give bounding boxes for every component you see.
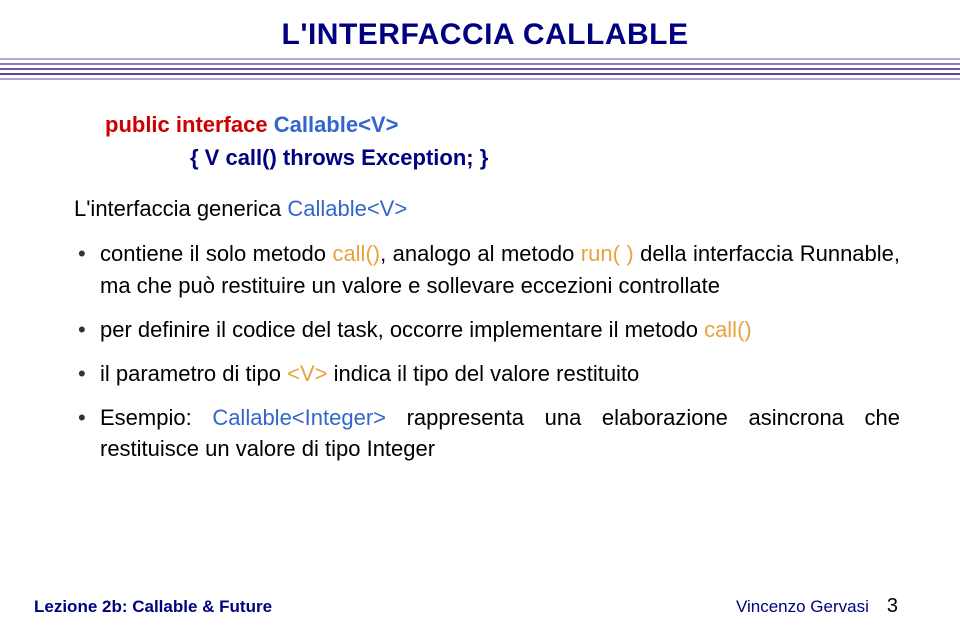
bullet-list: contiene il solo metodo call(), analogo … [74, 238, 900, 465]
text-segment: <V> [287, 361, 327, 386]
text-segment: indica il tipo del valore restituito [327, 361, 639, 386]
intro-text: L'interfaccia generica Callable<V> [74, 196, 900, 222]
code-snippet: public interface Callable<V> { V call() … [105, 108, 900, 174]
text-segment: call() [332, 241, 380, 266]
footer-left: Lezione 2b: Callable & Future [34, 597, 272, 617]
page-number: 3 [887, 595, 898, 618]
code-type: Callable<V> [274, 112, 399, 137]
intro-prefix: L'interfaccia generica [74, 196, 287, 221]
rule-line [0, 58, 960, 60]
rule-line [0, 63, 960, 65]
text-segment: , analogo al metodo [380, 241, 581, 266]
title-underline [0, 58, 960, 80]
list-item: contiene il solo metodo call(), analogo … [74, 238, 900, 302]
text-segment: Callable<Integer> [212, 405, 386, 430]
intro-type: Callable<V> [287, 196, 407, 221]
rule-line [0, 78, 960, 80]
footer: Lezione 2b: Callable & Future Vincenzo G… [0, 595, 960, 618]
text-segment: Esempio: [100, 405, 212, 430]
list-item: Esempio: Callable<Integer> rappresenta u… [74, 402, 900, 466]
code-line-1: public interface Callable<V> [105, 108, 900, 141]
text-segment: per definire il codice del task, occorre… [100, 317, 704, 342]
footer-author: Vincenzo Gervasi [736, 597, 869, 617]
list-item: per definire il codice del task, occorre… [74, 314, 900, 346]
text-segment: contiene il solo metodo [100, 241, 332, 266]
page-title: L'INTERFACCIA CALLABLE [70, 18, 900, 52]
text-segment: call() [704, 317, 752, 342]
text-segment: run( ) [581, 241, 634, 266]
text-segment: il parametro di tipo [100, 361, 287, 386]
rule-line [0, 73, 960, 75]
rule-line [0, 68, 960, 70]
code-line-2: { V call() throws Exception; } [105, 141, 900, 174]
list-item: il parametro di tipo <V> indica il tipo … [74, 358, 900, 390]
code-keyword: public interface [105, 112, 274, 137]
